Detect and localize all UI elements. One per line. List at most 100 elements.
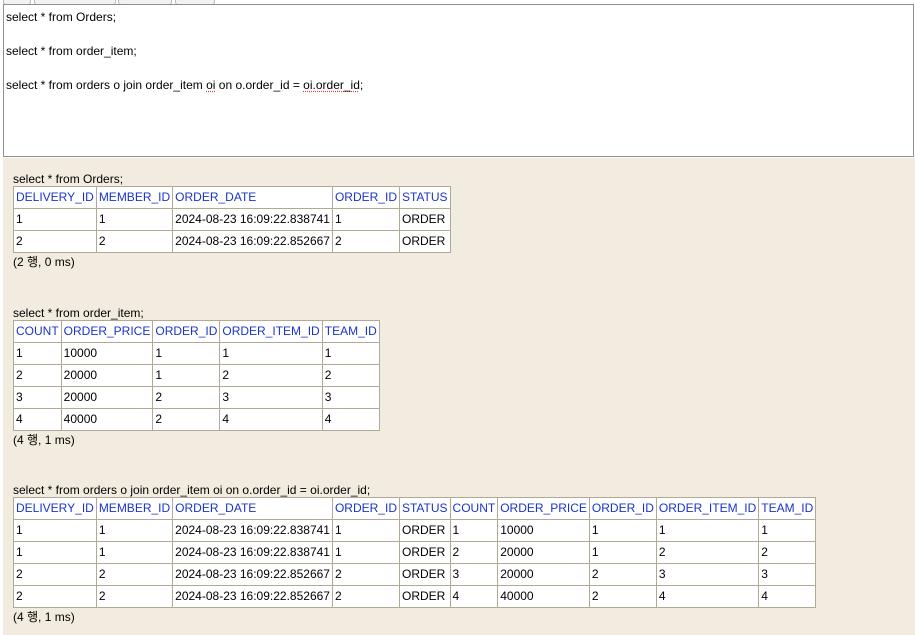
column-header[interactable]: ORDER_DATE — [172, 186, 333, 209]
result-table: COUNT ORDER_PRICE ORDER_ID ORDER_ITEM_ID TEA… — [13, 320, 380, 431]
sql-editor[interactable]: select * from Orders; select * from orde… — [3, 4, 914, 157]
editor-line: select * from orders o join order_item o… — [6, 77, 911, 94]
table-cell: 2 — [588, 585, 657, 608]
table-cell: 1 — [331, 541, 400, 564]
table-cell: ORDER — [398, 519, 451, 542]
row-count-summary: (4 행, 1 ms) — [13, 610, 75, 624]
table-cell: 40000 — [60, 408, 154, 431]
table-cell: 2 — [13, 364, 62, 387]
table-row: 3 20000 2 3 3 — [13, 386, 380, 409]
column-header[interactable]: ORDER_ID — [588, 497, 657, 520]
table-cell: ORDER — [398, 563, 451, 586]
table-cell: 2024-08-23 16:09:22.838741 — [172, 541, 333, 564]
column-header[interactable]: MEMBER_ID — [95, 497, 174, 520]
column-header[interactable]: ORDER_ID — [331, 497, 400, 520]
table-row: 2 2 2024-08-23 16:09:22.852667 2 ORDER 4 40000… — [13, 585, 817, 608]
table-cell: 4 — [758, 585, 817, 608]
table-cell: 1 — [321, 342, 380, 365]
column-header[interactable]: ORDER_DATE — [172, 497, 333, 520]
table-cell: 4 — [13, 408, 62, 431]
table-cell: 3 — [449, 563, 499, 586]
table-row: 1 1 2024-08-23 16:09:22.838741 1 ORDER — [13, 208, 451, 231]
table-row: 1 1 2024-08-23 16:09:22.838741 1 ORDER 1 10000… — [13, 519, 817, 542]
result-block: select * from Orders; DELIVERY_ID MEMBER_I… — [13, 172, 451, 269]
table-cell: 1 — [95, 519, 174, 542]
column-header[interactable]: ORDER_ID — [331, 186, 400, 209]
column-header[interactable]: STATUS — [398, 186, 451, 209]
table-cell: 2 — [758, 541, 817, 564]
header-row: COUNT ORDER_PRICE ORDER_ID ORDER_ITEM_ID TEA… — [13, 320, 380, 343]
result-query-label: select * from orders o join order_item o… — [13, 483, 371, 497]
result-block: select * from orders o join order_item o… — [13, 483, 817, 624]
column-header[interactable]: STATUS — [398, 497, 451, 520]
column-header[interactable]: TEAM_ID — [321, 320, 380, 343]
column-header[interactable]: ORDER_ITEM_ID — [219, 320, 323, 343]
column-header[interactable]: ORDER_PRICE — [497, 497, 590, 520]
table-cell: 20000 — [497, 541, 590, 564]
table-cell: 1 — [449, 519, 499, 542]
table-cell: 1 — [219, 342, 323, 365]
column-header[interactable]: COUNT — [13, 320, 62, 343]
table-cell: 3 — [13, 386, 62, 409]
table-cell: ORDER — [398, 541, 451, 564]
table-cell: 2 — [449, 541, 499, 564]
editor-line: select * from order_item; — [6, 44, 137, 58]
table-cell: 10000 — [60, 342, 154, 365]
table-cell: 2 — [331, 563, 400, 586]
column-header[interactable]: ORDER_ITEM_ID — [655, 497, 760, 520]
column-header[interactable]: COUNT — [449, 497, 499, 520]
table-cell: 2024-08-23 16:09:22.838741 — [172, 208, 333, 231]
table-cell: 10000 — [497, 519, 590, 542]
column-header[interactable]: DELIVERY_ID — [13, 186, 97, 209]
table-cell: ORDER — [398, 230, 451, 253]
table-cell: 1 — [331, 519, 400, 542]
column-header[interactable]: ORDER_PRICE — [60, 320, 154, 343]
table-cell: 2 — [95, 230, 174, 253]
column-header[interactable]: MEMBER_ID — [95, 186, 174, 209]
table-row: 2 2 2024-08-23 16:09:22.852667 2 ORDER 3 20000… — [13, 563, 817, 586]
editor-text: ; — [359, 78, 364, 92]
row-count-summary: (4 행, 1 ms) — [13, 433, 75, 447]
table-cell: 1 — [13, 342, 62, 365]
table-cell: 1 — [152, 364, 221, 387]
table-cell: 2 — [95, 563, 174, 586]
table-cell: 2 — [95, 585, 174, 608]
table-cell: 4 — [321, 408, 380, 431]
table-cell: 2024-08-23 16:09:22.852667 — [172, 230, 333, 253]
results-panel: select * from Orders; DELIVERY_ID MEMBER_I… — [3, 158, 915, 635]
table-row: 4 40000 2 4 4 — [13, 408, 380, 431]
column-header[interactable]: DELIVERY_ID — [13, 497, 97, 520]
table-cell: 1 — [331, 208, 400, 231]
column-header[interactable]: ORDER_ID — [152, 320, 221, 343]
table-cell: 3 — [219, 386, 323, 409]
result-block: select * from order_item; COUNT ORDER_PRIC… — [13, 306, 380, 447]
table-cell: 2 — [588, 563, 657, 586]
table-cell: 1 — [152, 342, 221, 365]
column-header[interactable]: TEAM_ID — [758, 497, 817, 520]
table-row: 2 2 2024-08-23 16:09:22.852667 2 ORDER — [13, 230, 451, 253]
table-cell: 2 — [219, 364, 323, 387]
table-cell: 3 — [655, 563, 760, 586]
table-cell: 2024-08-23 16:09:22.852667 — [172, 563, 333, 586]
table-cell: 20000 — [60, 364, 154, 387]
table-cell: 2 — [655, 541, 760, 564]
table-cell: ORDER — [398, 208, 451, 231]
table-cell: 40000 — [497, 585, 590, 608]
result-query-label: select * from Orders; — [13, 172, 124, 186]
table-cell: 3 — [321, 386, 380, 409]
table-cell: 3 — [758, 563, 817, 586]
table-cell: 2024-08-23 16:09:22.838741 — [172, 519, 333, 542]
table-cell: 1 — [13, 519, 97, 542]
table-cell: 4 — [655, 585, 760, 608]
table-cell: 4 — [219, 408, 323, 431]
table-cell: 1 — [95, 541, 174, 564]
editor-text: on o.order_id = — [215, 78, 304, 92]
header-row: DELIVERY_ID MEMBER_ID ORDER_DATE ORDER_ID ST… — [13, 497, 817, 520]
table-cell: 20000 — [497, 563, 590, 586]
table-cell: 1 — [13, 541, 97, 564]
table-cell: 1 — [655, 519, 760, 542]
table-cell: 2 — [152, 408, 221, 431]
editor-line: select * from Orders; — [6, 10, 117, 24]
